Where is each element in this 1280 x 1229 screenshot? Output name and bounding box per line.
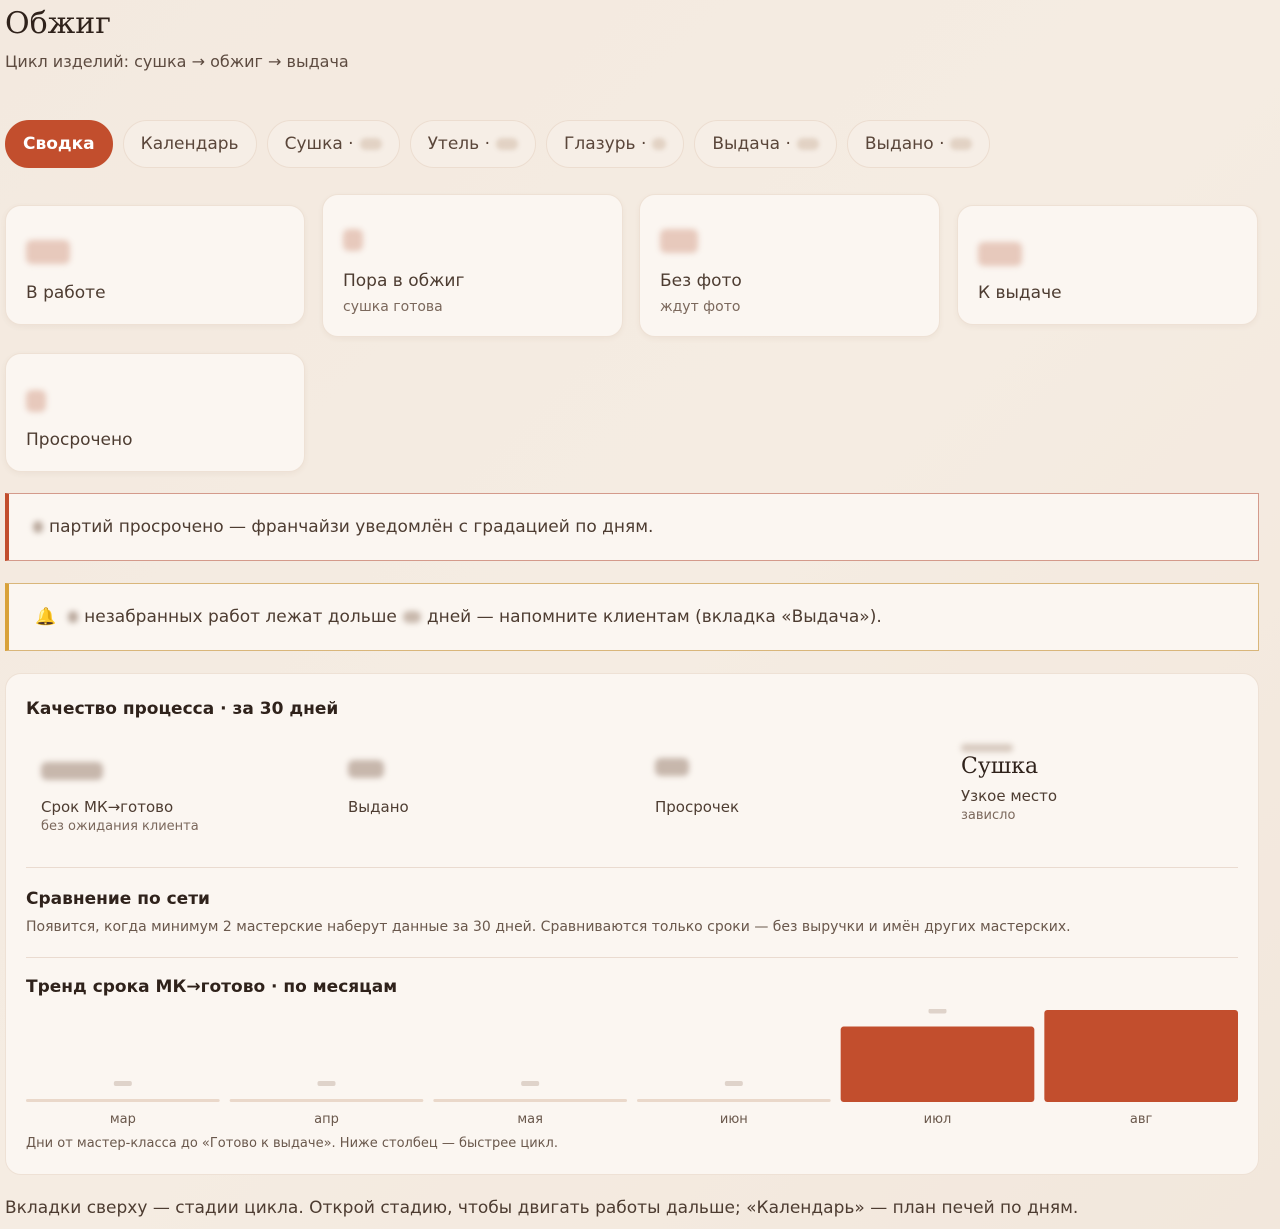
stat-label: Просрочено [26, 430, 133, 450]
trend-note: Дни от мастер-класса до «Готово к выдаче… [26, 1136, 558, 1151]
tab-drying[interactable]: Сушка · [266, 120, 400, 168]
quality-panel: Качество процесса · за 30 дней Срок МК→г… [5, 673, 1259, 1175]
metric-value-sub [961, 744, 1013, 752]
tab-count-badge [495, 138, 518, 150]
stat-card-fire-ready[interactable]: Пора в обжиг сушка готова [322, 194, 623, 337]
stat-value [26, 240, 70, 264]
stat-card-overdue[interactable]: Просрочено [5, 353, 305, 472]
stat-value [978, 242, 1022, 266]
trend-bar [1044, 1010, 1238, 1102]
page-title: Обжиг [5, 6, 111, 41]
overdue-alert: партий просрочено — франчайзи уведомлён … [5, 493, 1259, 561]
trend-bar [637, 1099, 831, 1102]
tab-issued[interactable]: Выдано · [846, 120, 991, 168]
metric-label: Срок МК→готово [41, 798, 174, 816]
metric-sub: зависло [961, 808, 1016, 823]
metric-value [41, 762, 103, 780]
bar-value-label [317, 1081, 336, 1086]
tab-count-badge [359, 138, 382, 150]
tab-count-badge [950, 138, 973, 150]
stat-card-no-photo[interactable]: Без фото ждут фото [639, 194, 940, 337]
stat-label: Без фото [660, 271, 742, 291]
alert-text-2: дней — напомните клиентам (вкладка «Выда… [426, 607, 882, 627]
tab-count-badge [652, 138, 667, 150]
metric-issued: Выдано [348, 754, 409, 816]
stat-sub: ждут фото [660, 299, 741, 315]
alert-count [68, 611, 79, 623]
metric-lead-time: Срок МК→готово без ожидания клиента [41, 754, 199, 834]
metric-overdue: Просрочек [655, 754, 739, 816]
stat-value [26, 390, 46, 412]
stat-card-in-work[interactable]: В работе [5, 205, 305, 325]
metric-value [348, 760, 384, 778]
metric-sub: без ожидания клиента [41, 819, 199, 834]
tab-glaze[interactable]: Глазурь · [545, 120, 685, 168]
stat-label: К выдаче [978, 283, 1062, 303]
trend-bar [433, 1099, 627, 1102]
trend-bar [229, 1099, 424, 1102]
metric-value [655, 758, 689, 776]
trend-bar [26, 1099, 220, 1102]
metric-value: Сушка [961, 754, 1039, 779]
alert-count [33, 521, 43, 533]
stat-card-to-issue[interactable]: К выдаче [957, 205, 1258, 325]
stat-label: В работе [26, 283, 106, 303]
stat-value [343, 229, 363, 251]
page-subtitle: Цикл изделий: сушка → обжиг → выдача [5, 52, 349, 71]
tab-count-badge [796, 138, 819, 150]
trend-x-label: авг [1130, 1112, 1153, 1127]
footer-hint: Вкладки сверху — стадии цикла. Открой ст… [5, 1198, 1079, 1218]
alert-text: партий просрочено — франчайзи уведомлён … [49, 517, 654, 537]
stat-sub: сушка готова [343, 299, 443, 315]
bar-value-label [724, 1081, 743, 1086]
metric-bottleneck: Сушка Узкое место зависло [961, 744, 1057, 823]
trend-x-label: июл [924, 1112, 952, 1127]
tab-summary[interactable]: Сводка [5, 120, 113, 168]
bell-icon: 🔔 [35, 607, 57, 627]
divider [26, 957, 1238, 958]
metric-label: Узкое место [961, 787, 1058, 805]
trend-title: Тренд срока МК→готово · по месяцам [26, 977, 398, 997]
network-note: Появится, когда минимум 2 мастерские наб… [26, 919, 1071, 935]
trend-x-label: июн [720, 1112, 748, 1127]
trend-x-label: мая [517, 1112, 543, 1127]
divider [26, 867, 1238, 868]
stat-label: Пора в обжиг [343, 271, 465, 291]
tab-bisque[interactable]: Утель · [409, 120, 536, 168]
stage-tabs: Сводка Календарь Сушка · Утель · Глазурь… [5, 120, 991, 168]
stat-value [660, 229, 698, 253]
alert-text: незабранных работ лежат дольше [84, 607, 397, 627]
bar-value-label [521, 1081, 540, 1086]
quality-title: Качество процесса · за 30 дней [26, 699, 339, 719]
tab-calendar[interactable]: Календарь [122, 120, 257, 168]
pickup-reminder-alert: 🔔 незабранных работ лежат дольше дней — … [5, 583, 1259, 651]
metric-label: Просрочек [655, 798, 740, 816]
tab-issue[interactable]: Выдача · [694, 120, 837, 168]
trend-bar [840, 1026, 1035, 1102]
bar-value-label [928, 1009, 947, 1014]
network-title: Сравнение по сети [26, 889, 210, 909]
metric-label: Выдано [348, 798, 409, 816]
alert-days [402, 611, 421, 623]
trend-x-label: мар [110, 1112, 136, 1127]
trend-x-label: апр [314, 1112, 339, 1127]
bar-value-label [113, 1081, 132, 1086]
